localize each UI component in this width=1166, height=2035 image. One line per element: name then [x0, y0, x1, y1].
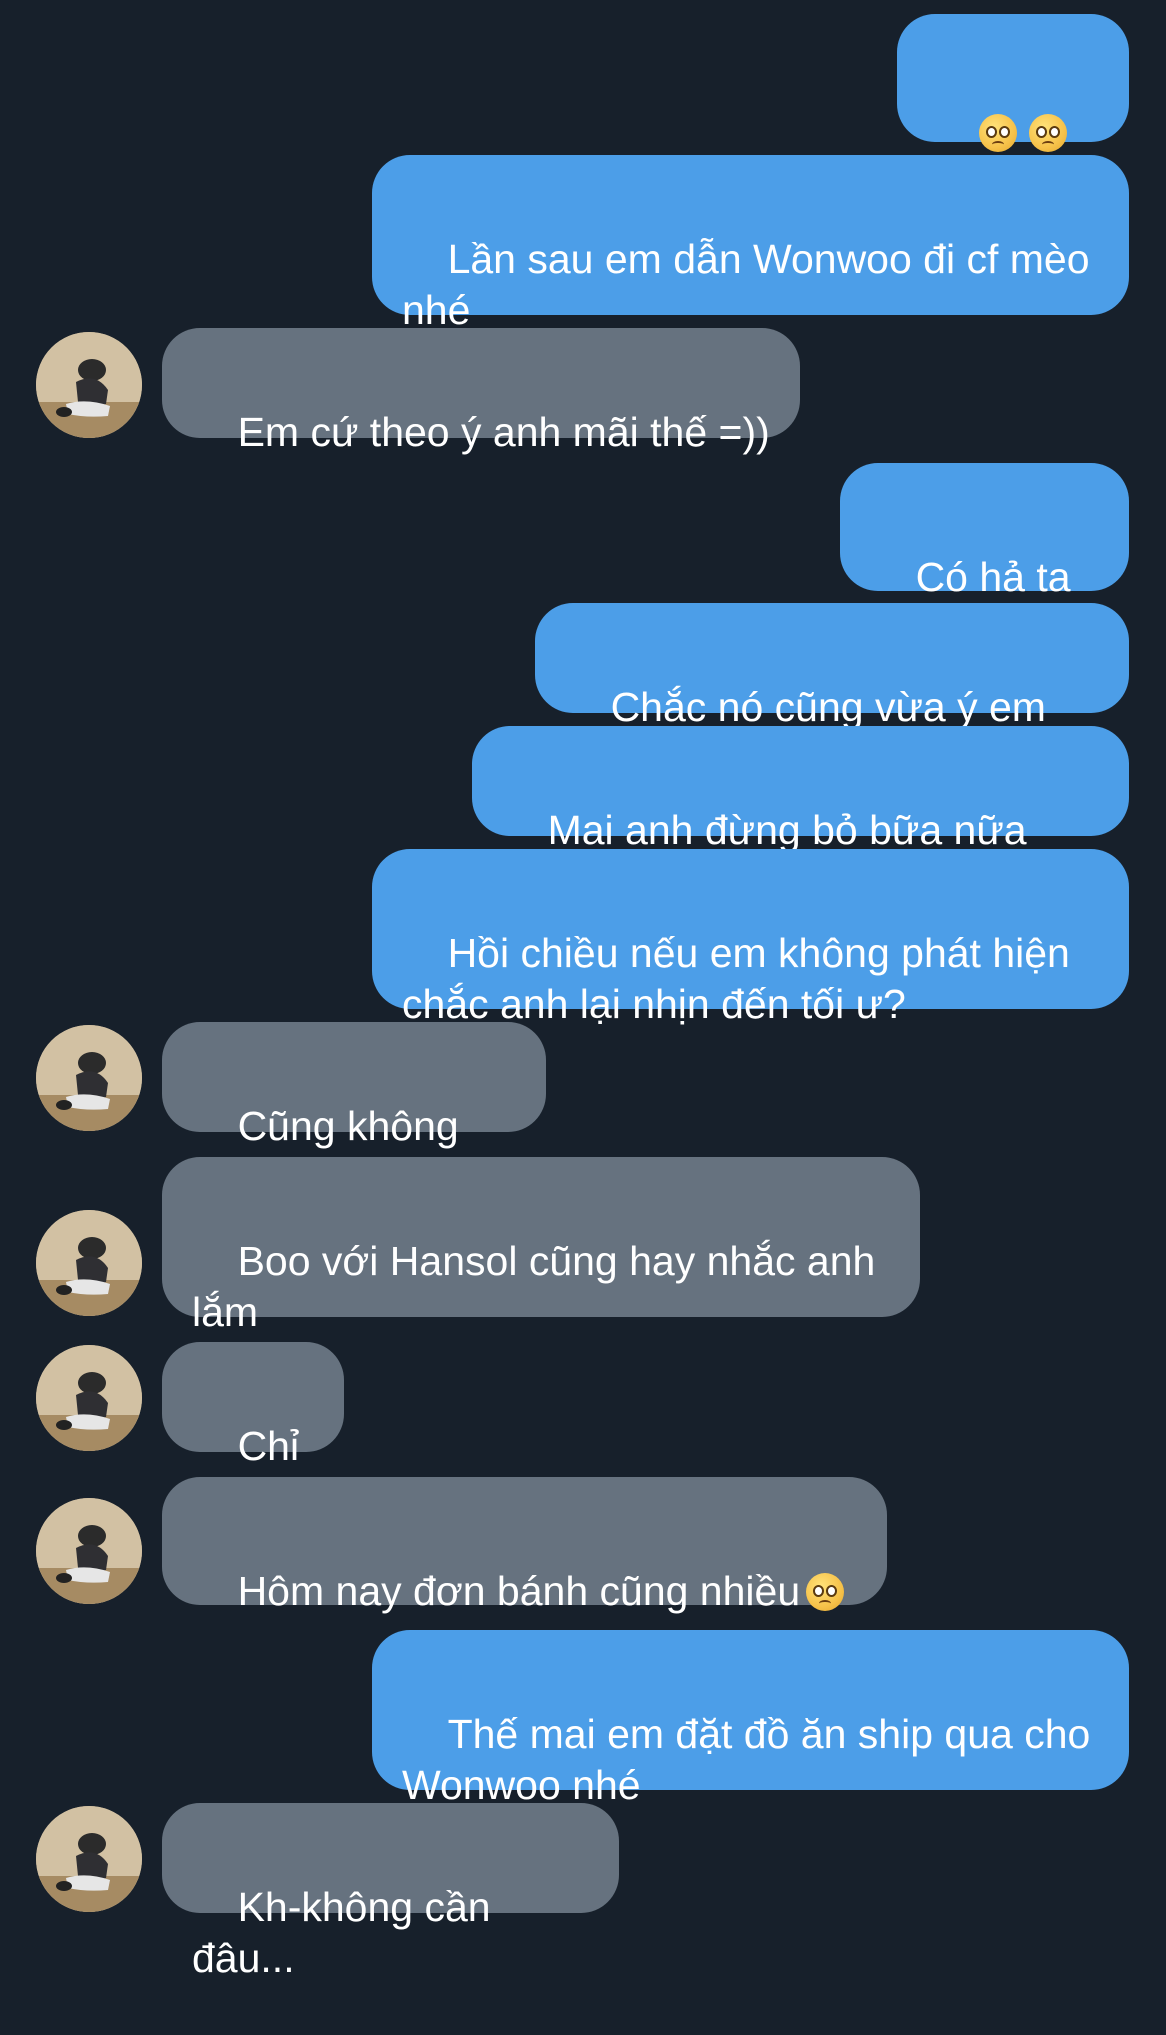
message-text: Kh-không cần đâu...	[192, 1884, 502, 1981]
outgoing-message[interactable]	[897, 14, 1129, 203]
pleading-face-icon	[1028, 114, 1067, 152]
message-text: Boo với Hansol cũng hay nhắc anh lắm	[192, 1238, 887, 1335]
outgoing-message[interactable]: Thế mai em đặt đồ ăn ship qua cho Wonwoo…	[372, 1630, 1129, 1808]
message-text: Thế mai em đặt đồ ăn ship qua cho Wonwoo…	[402, 1711, 1102, 1808]
message-text: Lần sau em dẫn Wonwoo đi cf mèo nhé	[402, 236, 1101, 333]
contact-avatar[interactable]	[36, 1210, 142, 1316]
contact-avatar[interactable]	[36, 1806, 142, 1912]
contact-avatar[interactable]	[36, 332, 142, 438]
chat-thread: Lần sau em dẫn Wonwoo đi cf mèo nhé Em c…	[0, 0, 1166, 1981]
message-text: Hôm nay đơn bánh cũng nhiều	[237, 1568, 801, 1614]
contact-avatar[interactable]	[36, 1498, 142, 1604]
incoming-message[interactable]: Boo với Hansol cũng hay nhắc anh lắm	[162, 1157, 920, 1335]
outgoing-message[interactable]: Mai anh đừng bỏ bữa nữa nhé	[472, 726, 1129, 904]
incoming-message[interactable]: Chỉ là	[162, 1342, 344, 1520]
outgoing-message[interactable]: Hồi chiều nếu em không phát hiện chắc an…	[372, 849, 1129, 1027]
outgoing-message[interactable]: Có hả ta	[840, 463, 1129, 648]
pleading-face-icon	[978, 114, 1017, 152]
incoming-message[interactable]: Cũng không đâu	[162, 1022, 546, 1200]
message-text: Em cứ theo ý anh mãi thế =))	[237, 409, 770, 455]
incoming-message[interactable]: Em cứ theo ý anh mãi thế =))	[162, 328, 800, 455]
outgoing-message[interactable]: Lần sau em dẫn Wonwoo đi cf mèo nhé	[372, 155, 1129, 333]
message-text: Có hả ta	[915, 554, 1071, 600]
outgoing-message[interactable]: Chắc nó cũng vừa ý em rồi	[535, 603, 1129, 781]
incoming-message[interactable]: Kh-không cần đâu...	[162, 1803, 619, 1981]
pleading-face-icon	[806, 1573, 845, 1611]
message-text: Hồi chiều nếu em không phát hiện chắc an…	[402, 930, 1082, 1027]
incoming-message[interactable]: Hôm nay đơn bánh cũng nhiều	[162, 1477, 887, 1614]
contact-avatar[interactable]	[36, 1345, 142, 1451]
contact-avatar[interactable]	[36, 1025, 142, 1131]
